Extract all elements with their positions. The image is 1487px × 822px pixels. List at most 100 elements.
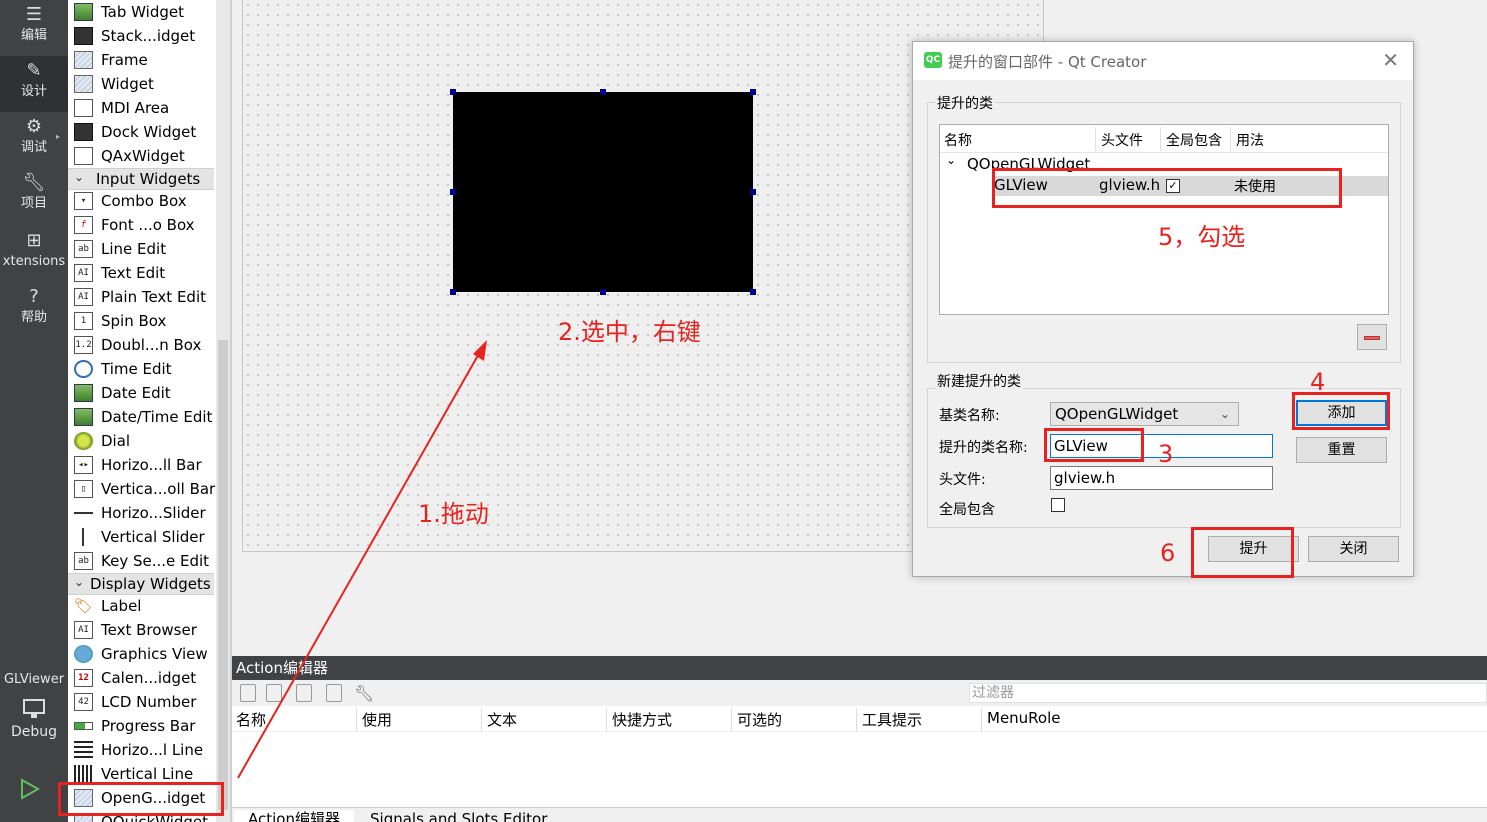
close-button[interactable]: 关闭 <box>1308 536 1399 562</box>
widget-item-label[interactable]: 🏷︎Label <box>68 594 216 618</box>
column-divider <box>1230 127 1231 151</box>
opengl-widget-on-form[interactable] <box>453 92 753 292</box>
widget-item-key-sequence-edit[interactable]: abKey Se...e Edit <box>68 549 216 573</box>
widget-item-font-combo-box[interactable]: fFont ...o Box <box>68 213 216 237</box>
chevron-down-icon[interactable]: ⌄ <box>946 153 956 167</box>
resize-handle[interactable] <box>450 89 456 95</box>
widget-item-double-spin-box[interactable]: 1.2Doubl...n Box <box>68 333 216 357</box>
widget-item-dial[interactable]: Dial <box>68 429 216 453</box>
annotation-check: 5，勾选 <box>1158 217 1245 252</box>
resize-handle[interactable] <box>450 189 456 195</box>
widget-item-text-browser[interactable]: AIText Browser <box>68 618 216 642</box>
run-icon[interactable] <box>16 776 42 802</box>
resize-handle[interactable] <box>750 89 756 95</box>
reset-button[interactable]: 重置 <box>1296 437 1387 463</box>
mode-help[interactable]: ? 帮助 <box>0 282 68 338</box>
widget-item-frame[interactable]: Frame <box>68 48 216 72</box>
widget-item-stacked-widget[interactable]: Stack...idget <box>68 24 216 48</box>
mode-debug[interactable]: ⚙ 调试 ▸ <box>0 112 68 168</box>
category-display-widgets[interactable]: ⌄ Display Widgets <box>68 573 214 595</box>
mode-extensions[interactable]: ⊞ xtensions <box>0 226 68 282</box>
kit-selector[interactable]: Debug <box>0 696 68 750</box>
annotation-drag: 1.拖动 <box>418 494 489 529</box>
header-file-input[interactable]: glview.h <box>1050 466 1273 490</box>
tag-icon: 🏷︎ <box>74 597 93 615</box>
paste-icon[interactable] <box>296 684 312 702</box>
widget-item-combo-box[interactable]: ▾Combo Box <box>68 189 216 213</box>
widget-item-line-edit[interactable]: abLine Edit <box>68 237 216 261</box>
column-header[interactable]: 工具提示 <box>862 709 922 730</box>
widget-item-time-edit[interactable]: Time Edit <box>68 357 216 381</box>
widget-item-horizontal-scroll-bar[interactable]: ◂▸Horizo...ll Bar <box>68 453 216 477</box>
widget-item-tab-widget[interactable]: Tab Widget <box>68 0 216 24</box>
category-input-widgets[interactable]: ⌄ Input Widgets <box>68 168 214 190</box>
remove-class-button[interactable] <box>1357 324 1387 350</box>
delete-icon[interactable] <box>326 684 342 702</box>
tab-widget-icon <box>74 3 93 21</box>
widget-item-spin-box[interactable]: 1Spin Box <box>68 309 216 333</box>
chevron-down-icon: ⌄ <box>74 170 84 184</box>
widget-item-vertical-scroll-bar[interactable]: ▯Vertica...oll Bar <box>68 477 216 501</box>
scrollbar-thumb[interactable] <box>218 340 228 810</box>
widget-item-date-edit[interactable]: Date Edit <box>68 381 216 405</box>
copy-icon[interactable] <box>266 684 282 702</box>
column-header[interactable]: 用法 <box>1236 130 1264 150</box>
annotation-step3: 3 <box>1158 440 1173 468</box>
close-icon[interactable]: ✕ <box>1382 48 1399 72</box>
widget-item-label: Vertical Line <box>101 764 193 784</box>
widget-item-graphics-view[interactable]: Graphics View <box>68 642 216 666</box>
configure-icon[interactable]: 🔧︎ <box>354 684 370 702</box>
widget-item-progress-bar[interactable]: Progress Bar <box>68 714 216 738</box>
column-header[interactable]: MenuRole <box>987 709 1061 727</box>
mode-projects[interactable]: 🔧︎ 项目 <box>0 168 68 224</box>
action-filter-input[interactable]: 过滤器 <box>969 683 1487 703</box>
mode-design[interactable]: ✎ 设计 <box>0 56 68 112</box>
widget-item-qaxwidget[interactable]: QAxWidget <box>68 144 216 168</box>
global-include-checkbox[interactable] <box>1051 498 1065 512</box>
qt-creator-logo: QC <box>924 52 942 68</box>
resize-handle[interactable] <box>750 189 756 195</box>
column-header[interactable]: 头文件 <box>1101 130 1143 150</box>
horizontal-scrollbar-icon: ◂▸ <box>74 456 93 474</box>
stacked-widget-icon <box>74 27 93 45</box>
mode-edit[interactable]: ☰ 编辑 <box>0 0 68 56</box>
widget-item-horizontal-line[interactable]: Horizo...l Line <box>68 738 216 762</box>
tab-signals-slots[interactable]: Signals and Slots Editor <box>370 810 547 822</box>
widget-item-label: Graphics View <box>101 644 208 664</box>
base-class-label: 基类名称: <box>939 405 1000 425</box>
widget-item-mdi-area[interactable]: MDI Area <box>68 96 216 120</box>
column-header[interactable]: 可选的 <box>737 709 782 730</box>
widget-item-vertical-slider[interactable]: Vertical Slider <box>68 525 216 549</box>
widget-item-datetime-edit[interactable]: Date/Time Edit <box>68 405 216 429</box>
highlight-opengl-widget <box>58 782 224 816</box>
column-header[interactable]: 快捷方式 <box>612 709 672 730</box>
resize-handle[interactable] <box>450 289 456 295</box>
horizontal-line-icon <box>74 741 93 759</box>
resize-handle[interactable] <box>600 89 606 95</box>
column-header[interactable]: 文本 <box>487 709 517 730</box>
column-header[interactable]: 全局包含 <box>1166 130 1222 150</box>
resize-handle[interactable] <box>750 289 756 295</box>
new-action-icon[interactable] <box>240 684 256 702</box>
widget-item-text-edit[interactable]: AIText Edit <box>68 261 216 285</box>
mode-edit-label: 编辑 <box>0 28 68 44</box>
highlight-promote-button <box>1191 527 1294 578</box>
column-header[interactable]: 使用 <box>362 709 392 730</box>
widget-item-calendar-widget[interactable]: 12Calen...idget <box>68 666 216 690</box>
column-header[interactable]: 名称 <box>944 130 972 150</box>
widget-item-label: Combo Box <box>101 191 187 211</box>
minus-icon <box>1364 336 1380 340</box>
tab-action-editor[interactable]: Action编辑器 <box>234 810 354 822</box>
widget-box-scrollbar[interactable] <box>216 0 230 822</box>
widget-item-lcd-number[interactable]: 42LCD Number <box>68 690 216 714</box>
vertical-slider-icon <box>82 528 88 546</box>
vertical-line-icon <box>74 765 93 783</box>
widget-item-plain-text-edit[interactable]: AIPlain Text Edit <box>68 285 216 309</box>
text-edit-icon: AI <box>74 264 93 282</box>
resize-handle[interactable] <box>600 289 606 295</box>
widget-item-dock-widget[interactable]: Dock Widget <box>68 120 216 144</box>
column-header[interactable]: 名称 <box>236 709 266 730</box>
widget-item-horizontal-slider[interactable]: Horizo...Slider <box>68 501 216 525</box>
widget-item-widget[interactable]: Widget <box>68 72 216 96</box>
base-class-combo[interactable]: QOpenGLWidget ⌄ <box>1050 402 1239 426</box>
